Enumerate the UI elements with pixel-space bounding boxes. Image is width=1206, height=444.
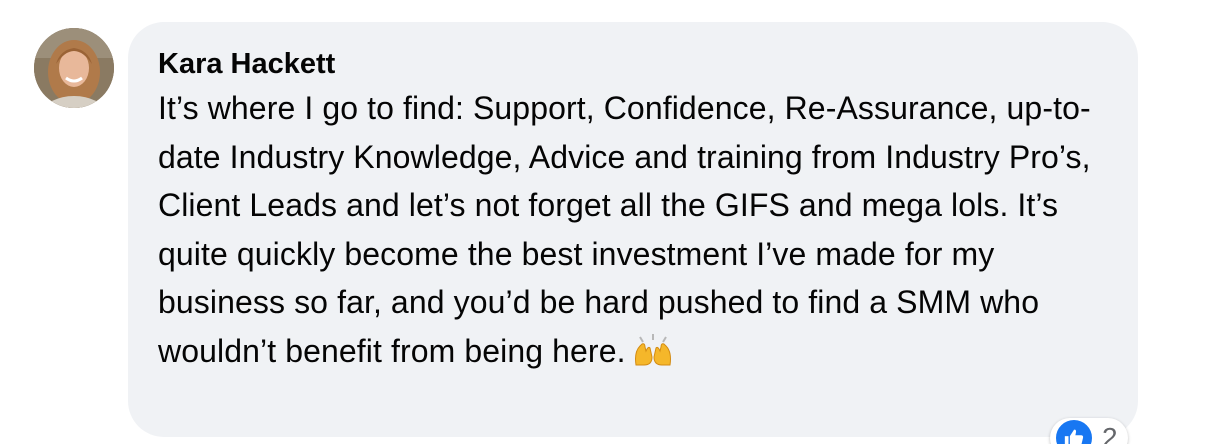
comment-text-container: It’s where I go to find: Support, Confid… bbox=[158, 84, 1108, 376]
like-icon bbox=[1054, 418, 1094, 444]
profile-photo bbox=[34, 28, 114, 108]
avatar[interactable] bbox=[34, 28, 114, 108]
raising-hands-emoji-icon bbox=[632, 331, 674, 366]
comment-author[interactable]: Kara Hackett bbox=[158, 44, 1108, 84]
comment-text: It’s where I go to find: Support, Confid… bbox=[158, 90, 1091, 369]
reactions-summary[interactable]: 2 bbox=[1050, 418, 1128, 444]
comment-bubble: Kara Hackett It’s where I go to find: Su… bbox=[128, 22, 1138, 437]
reaction-count: 2 bbox=[1102, 422, 1118, 444]
